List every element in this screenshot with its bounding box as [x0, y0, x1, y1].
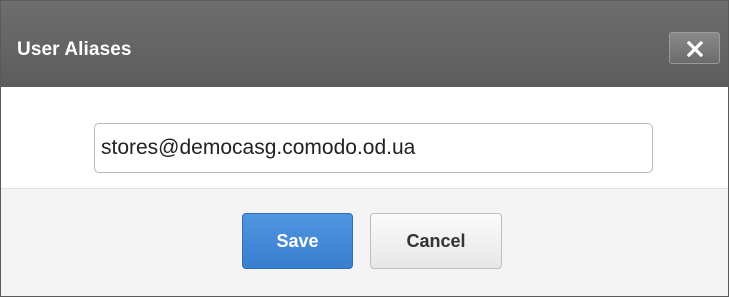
- close-icon: [687, 41, 703, 57]
- alias-email-input[interactable]: [94, 123, 653, 173]
- dialog-title: User Aliases: [17, 39, 132, 60]
- user-aliases-dialog: User Aliases Save Cancel: [0, 0, 729, 297]
- dialog-titlebar: User Aliases: [1, 1, 728, 87]
- cancel-button[interactable]: Cancel: [370, 213, 502, 269]
- dialog-footer: [1, 188, 728, 296]
- close-button[interactable]: [669, 32, 720, 64]
- save-button[interactable]: Save: [242, 213, 353, 269]
